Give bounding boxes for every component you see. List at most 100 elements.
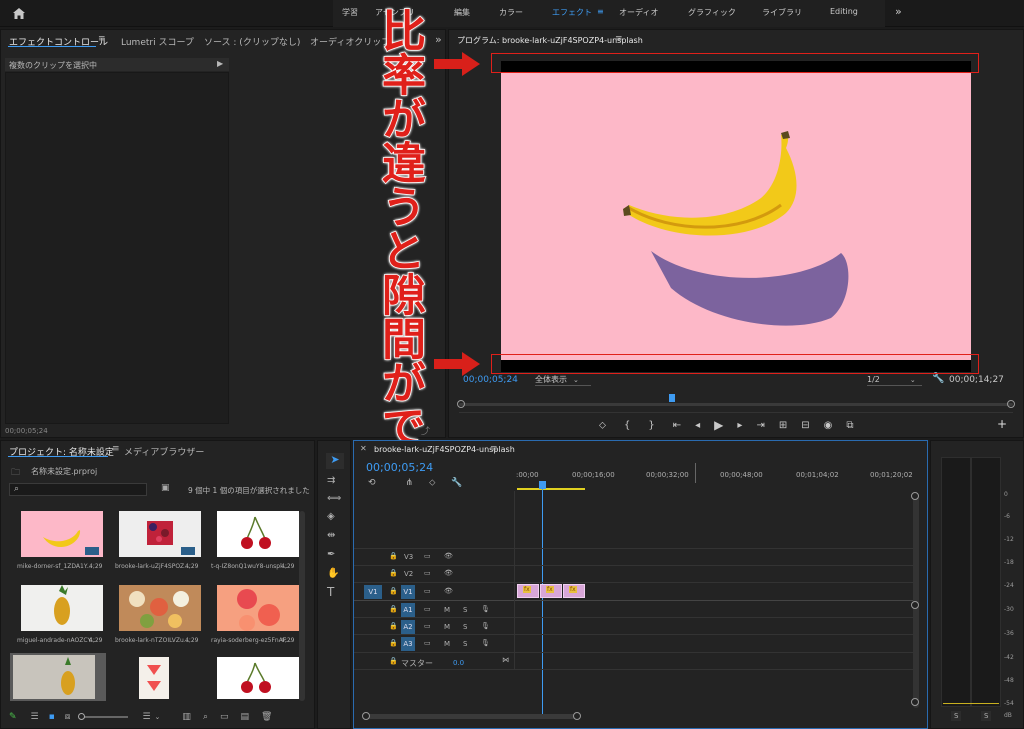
snap-icon[interactable]: ⋔ [406,478,414,488]
master-expand-icon[interactable]: ⋈ [502,656,509,664]
automate-icon[interactable]: ▥ [182,712,191,722]
find-icon[interactable]: ⌕ [203,712,208,722]
tab-source[interactable]: ソース : (クリップなし) [204,35,300,48]
thumb-cherries[interactable] [217,511,299,557]
step-back-icon[interactable]: ◂ [695,420,700,431]
lock-icon[interactable]: 🔒 [389,657,398,665]
go-to-in-icon[interactable]: ⇤ [673,420,681,431]
sync-icon[interactable]: ▭ [424,605,431,613]
mute-button[interactable]: M [444,640,450,648]
mark-in-icon[interactable]: { [624,420,630,431]
more-workspaces-icon[interactable]: » [895,5,902,18]
fit-dropdown[interactable]: 全体表示 ⌄ [535,374,591,386]
pen-tool-icon[interactable]: ✒ [327,550,335,560]
type-tool-icon[interactable]: T [327,586,334,598]
lock-icon[interactable]: 🔒 [389,552,398,560]
workspace-audio[interactable]: オーディオ [619,7,658,18]
settings-wrench-icon[interactable]: 🔧 [451,478,462,488]
sequence-menu-icon[interactable]: ≡ [490,444,498,454]
new-bin-icon[interactable]: ▣ [161,483,170,493]
zoom-slider[interactable] [78,713,129,720]
sync-icon[interactable]: ▭ [424,587,431,595]
wrench-icon[interactable]: 🔧 [932,373,944,384]
mute-button[interactable]: M [444,623,450,631]
thumb-grapefruit[interactable] [217,585,299,631]
solo-button[interactable]: S [463,640,467,648]
tab-lumetri-scopes[interactable]: Lumetri スコープ [121,35,194,48]
scroll-handle[interactable] [911,601,919,609]
marker-icon[interactable]: ⬦ [429,478,435,488]
lock-icon[interactable]: 🔒 [389,622,398,630]
mic-icon[interactable]: 🎙 [481,605,490,613]
scrubber-handle-right[interactable] [1007,400,1015,408]
freeform-view-icon[interactable]: ⧈ [65,712,71,722]
sync-icon[interactable]: ▭ [424,552,431,560]
track-select-tool-icon[interactable]: ⇉ [327,476,335,486]
scroll-handle[interactable] [573,712,581,720]
scroll-handle[interactable] [911,698,919,706]
eye-icon[interactable]: 👁 [444,552,453,560]
time-ruler[interactable]: :00;00 00;00;16;00 00;00;32;00 00;00;48;… [516,463,913,483]
thumb-food-table[interactable] [119,585,201,631]
expand-arrow-icon[interactable]: ▶ [217,59,223,68]
overwrite-icon[interactable]: ⊟ [801,420,809,431]
thumb-pineapple-stones[interactable] [13,655,95,699]
lock-icon[interactable]: 🔒 [389,605,398,613]
close-icon[interactable]: ✕ [360,444,367,453]
pencil-icon[interactable]: ✎ [9,712,17,722]
playhead-marker[interactable] [669,394,675,402]
mic-icon[interactable]: 🎙 [481,639,490,647]
horizontal-scrollbar[interactable] [364,714,579,719]
export-frame-icon[interactable]: ◉ [824,420,833,431]
track-label-a1[interactable]: A1 [401,603,415,617]
solo-button[interactable]: S [463,623,467,631]
project-scrollbar[interactable] [299,511,305,701]
trash-icon[interactable]: 🗑 [261,712,272,722]
thumb-banana[interactable] [21,511,103,557]
play-icon[interactable]: ▶ [714,418,723,432]
chevron-down-icon[interactable]: ⌄ [155,713,161,721]
clip[interactable]: fx [563,584,585,598]
thumb-watermelon[interactable] [139,657,169,699]
scroll-handle[interactable] [362,712,370,720]
sync-icon[interactable]: ▭ [424,639,431,647]
thumb-berries[interactable] [119,511,201,557]
mark-out-icon[interactable]: } [648,420,654,431]
ripple-edit-tool-icon[interactable]: ⟺ [327,494,341,504]
track-label-v1[interactable]: V1 [401,585,415,599]
tab-media-browser[interactable]: メディアブラウザー [124,445,204,458]
workspace-graphics[interactable]: グラフィック [688,7,736,18]
sort-icon[interactable]: ☰ [142,712,150,722]
thumb-cherries-2[interactable] [217,657,299,699]
icon-view-icon[interactable]: ▪ [49,712,55,722]
clip[interactable]: fx [540,584,562,598]
resolution-dropdown[interactable]: 1/2 ⌄ [867,374,922,386]
program-timecode[interactable]: 00;00;05;24 [463,375,518,385]
track-label-a2[interactable]: A2 [401,620,415,634]
razor-tool-icon[interactable]: ◈ [327,512,335,522]
eye-icon[interactable]: 👁 [444,587,453,595]
workspace-edit[interactable]: 編集 [454,7,470,18]
workspace-menu-icon[interactable]: ≡ [597,7,604,16]
workspace-learn[interactable]: 学習 [342,7,358,18]
step-forward-icon[interactable]: ▸ [737,420,742,431]
tab-menu-icon[interactable]: ≡ [98,34,106,44]
workspace-color[interactable]: カラー [499,7,523,18]
go-to-out-icon[interactable]: ⇥ [756,420,764,431]
slip-tool-icon[interactable]: ⇹ [327,531,335,541]
thumb-pineapple[interactable] [21,585,103,631]
solo-right-button[interactable]: S [981,711,992,721]
nest-icon[interactable]: ⟲ [368,478,376,488]
playhead-bar[interactable] [459,403,1013,406]
workspace-editing[interactable]: Editing [830,7,858,16]
workspace-effects[interactable]: エフェクト [552,7,592,18]
compare-icon[interactable]: ⧉ [846,420,853,431]
sync-icon[interactable]: ▭ [424,622,431,630]
mute-button[interactable]: M [444,606,450,614]
track-label-a3[interactable]: A3 [401,637,415,651]
solo-button[interactable]: S [463,606,467,614]
lock-icon[interactable]: 🔒 [389,587,398,595]
clip[interactable]: fx [517,584,539,598]
home-icon[interactable] [12,7,26,21]
lock-icon[interactable]: 🔒 [389,569,398,577]
